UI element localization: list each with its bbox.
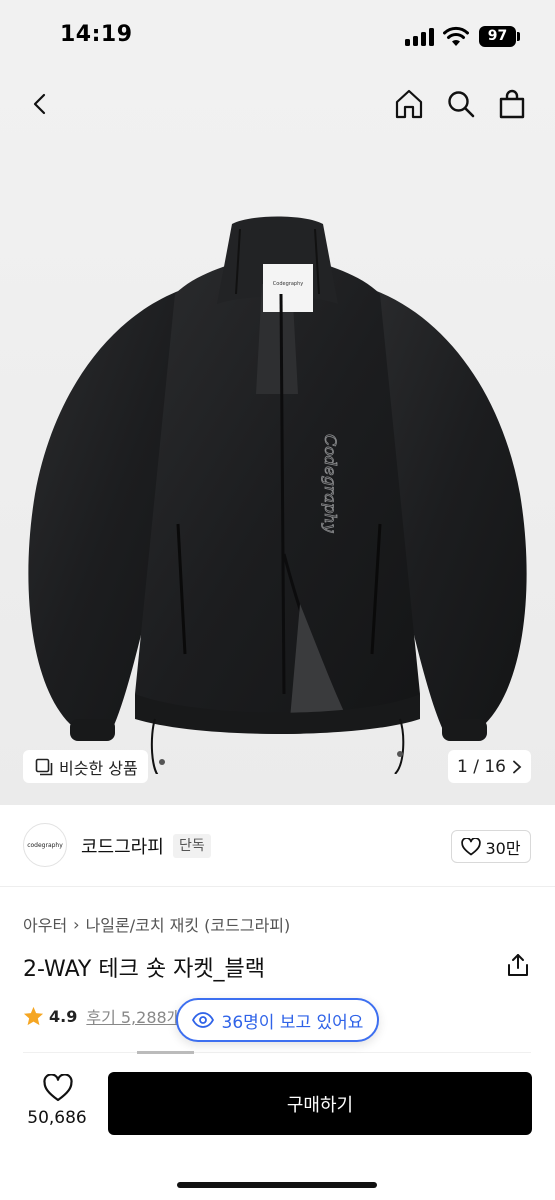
category-breadcrumb: 아우터 › 나일론/코치 재킷 (코드그라피) [23,912,290,936]
wishlist-button[interactable]: 50,686 [18,1074,96,1138]
brand-name[interactable]: 코드그라피 [81,833,164,859]
similar-label: 비슷한 상품 [59,758,138,778]
category-level-2[interactable]: 나일론/코치 재킷 (코드그라피) [86,912,291,936]
share-icon[interactable] [505,952,531,978]
label-text: Codegraphy [273,281,303,287]
category-level-1[interactable]: 아우터 [23,912,67,936]
brand-row: codegraphy 코드그라피 단독 30만 [0,805,555,887]
battery-indicator: 97 [479,26,516,47]
page-indicator-text: 1 / 16 [457,756,506,777]
similar-products-button[interactable]: 비슷한 상품 [23,750,148,783]
tab-indicator [137,1051,194,1054]
product-hero[interactable]: Codegraphy Codegraphy 비슷한 상품 1 / 16 [0,74,555,805]
bottom-purchase-bar: 50,686 구매하기 [0,1056,555,1200]
home-icon [395,89,423,119]
buy-button[interactable]: 구매하기 [108,1072,532,1135]
cart-button[interactable] [492,84,532,124]
heart-outline-icon [461,837,482,855]
brand-logo[interactable]: codegraphy [23,823,67,867]
garment-logo: Codegraphy [321,434,340,534]
status-bar: 14:19 97 [0,0,555,74]
image-page-indicator[interactable]: 1 / 16 [448,750,531,783]
wishlist-count: 50,686 [27,1108,87,1128]
back-button[interactable] [20,84,60,124]
heart-icon [43,1074,73,1102]
eye-icon [191,1012,214,1028]
home-indicator [177,1182,377,1188]
search-button[interactable] [441,84,481,124]
live-viewers-text: 36명이 보고 있어요 [221,1012,364,1033]
search-icon [448,91,475,118]
brand-like-button[interactable]: 30만 [451,830,531,863]
star-icon [23,1006,44,1026]
rating-value: 4.9 [49,1006,78,1026]
brand-like-count: 30만 [485,838,521,858]
similar-icon [35,758,53,775]
home-button[interactable] [389,84,429,124]
breadcrumb-separator: › [73,914,80,934]
brand-logo-text: codegraphy [27,841,63,849]
product-image: Codegraphy Codegraphy [28,216,527,774]
back-icon [33,93,46,115]
battery-cap [517,32,520,41]
chevron-right-icon [513,760,522,773]
live-viewers-toast: 36명이 보고 있어요 [176,998,379,1042]
bag-icon [499,89,525,119]
tab-divider [23,1052,531,1053]
product-title: 2-WAY 테크 숏 자켓_블랙 [23,957,266,982]
exclusive-badge: 단독 [173,834,211,858]
signal-icon [405,28,435,46]
status-time: 14:19 [60,22,133,47]
wifi-icon [443,26,469,46]
